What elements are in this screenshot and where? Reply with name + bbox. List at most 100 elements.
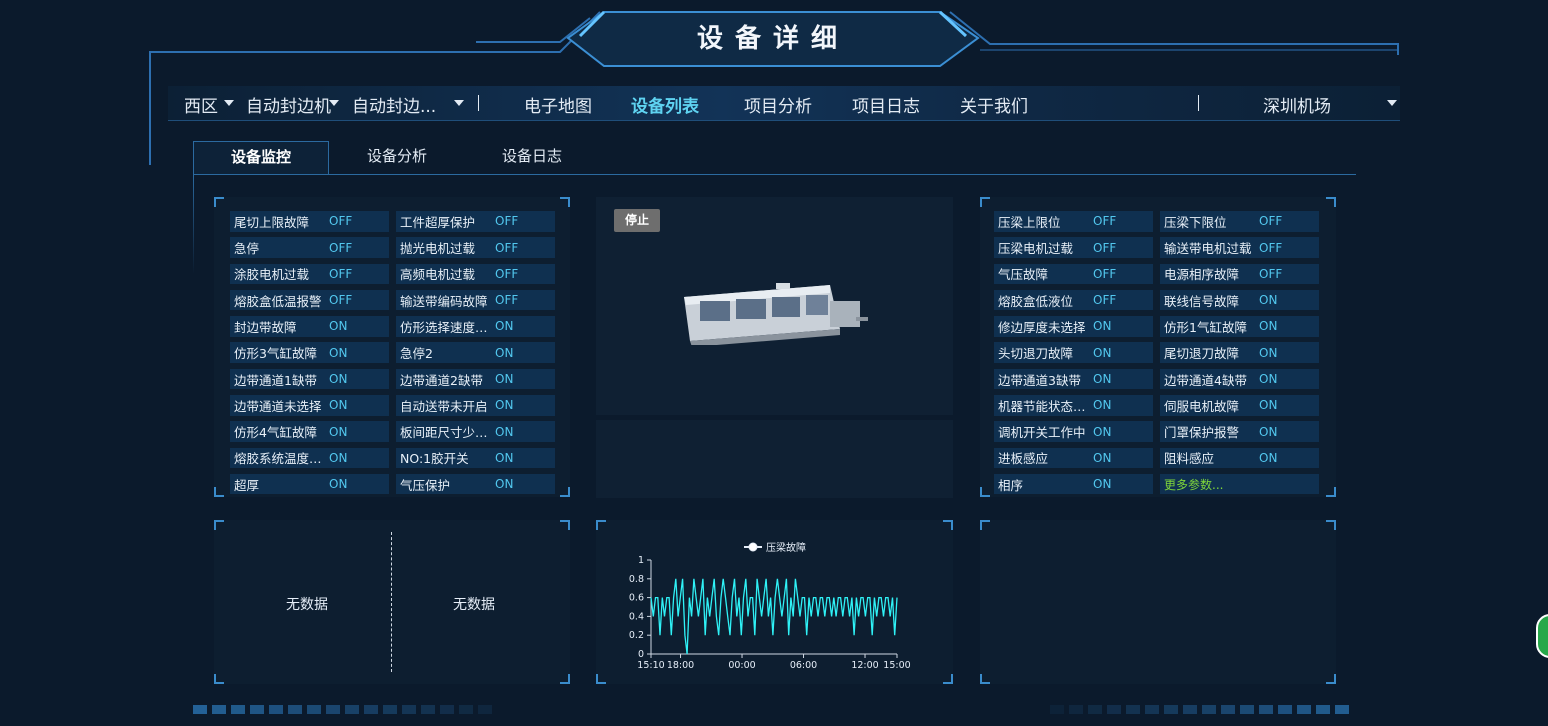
- status-value: ON: [329, 319, 348, 334]
- nav-link-project-analysis[interactable]: 项目分析: [744, 92, 812, 117]
- status-value: OFF: [1259, 240, 1283, 255]
- legend-marker: [748, 542, 758, 552]
- decorative-dot: [1088, 705, 1102, 714]
- status-value: ON: [495, 450, 514, 465]
- page-title: 设备详细: [696, 24, 849, 54]
- tab-device-log[interactable]: 设备日志: [465, 141, 599, 174]
- more-params-link[interactable]: 更多参数...: [1160, 473, 1319, 495]
- site-select[interactable]: 深圳机场: [1263, 92, 1331, 117]
- device-status-badge: 停止: [614, 209, 660, 232]
- decorative-dot: [1278, 705, 1292, 714]
- device-name-select[interactable]: 自动封边...: [352, 92, 436, 117]
- nav-link-project-log[interactable]: 项目日志: [852, 92, 920, 117]
- tab-device-analysis[interactable]: 设备分析: [330, 141, 464, 174]
- status-value: OFF: [1259, 214, 1283, 229]
- floating-chat-widget[interactable]: [1536, 614, 1548, 658]
- status-value: ON: [1259, 424, 1278, 439]
- tab-device-monitor[interactable]: 设备监控: [193, 141, 329, 175]
- device-type-select[interactable]: 自动封边机: [246, 92, 331, 117]
- nav-link-map[interactable]: 电子地图: [524, 92, 592, 117]
- decorative-dot: [1335, 705, 1349, 714]
- status-value: ON: [495, 345, 514, 360]
- status-value: ON: [329, 372, 348, 387]
- status-value: ON: [495, 372, 514, 387]
- status-label: 伺服电机故障: [1164, 398, 1240, 414]
- chevron-down-icon[interactable]: [224, 100, 234, 106]
- status-label: 仿形选择速度过...: [400, 319, 492, 335]
- decorative-dot: [1221, 705, 1235, 714]
- status-value: ON: [1093, 345, 1112, 360]
- nav-link-about[interactable]: 关于我们: [960, 92, 1028, 117]
- nav-link-device-list[interactable]: 设备列表: [631, 92, 699, 117]
- decorative-dot: [1107, 705, 1121, 714]
- chevron-down-icon[interactable]: [454, 100, 464, 106]
- decorative-dot: [326, 705, 340, 714]
- status-item: 压梁电机过载 OFF: [994, 237, 1153, 258]
- legend-label: 压梁故障: [766, 541, 806, 554]
- status-item: 仿形选择速度过... ON: [396, 316, 555, 337]
- y-tick-label: 0.8: [629, 574, 644, 585]
- region-select[interactable]: 西区: [184, 92, 218, 117]
- decorative-dot: [288, 705, 302, 714]
- tabs-underline: [193, 174, 1356, 175]
- status-item: 联线信号故障 ON: [1160, 289, 1319, 311]
- x-tick-label: 06:00: [790, 660, 817, 671]
- status-label: 电源相序故障: [1164, 267, 1240, 283]
- status-value: OFF: [495, 240, 519, 255]
- status-value: OFF: [1093, 214, 1117, 229]
- empty-panel: [980, 520, 1336, 684]
- status-value: ON: [329, 424, 348, 439]
- chart-panel: 0 0.2 0.4 0.6 0.8 1 15:10 18:00 00:00 06:00 12:00 1…: [596, 520, 953, 684]
- decorative-dot: [1297, 705, 1311, 714]
- status-label: 自动送带未开启: [400, 398, 488, 414]
- status-value: ON: [1259, 372, 1278, 387]
- status-item: 阻料感应 ON: [1160, 447, 1319, 469]
- decorative-dot: [307, 705, 321, 714]
- status-item: 熔胶盒低液位 OFF: [994, 289, 1153, 311]
- status-item: 边带通道3缺带 ON: [994, 368, 1153, 390]
- status-label: 边带通道4缺带: [1164, 372, 1247, 388]
- status-item: 输送带编码故障 OFF: [396, 289, 555, 311]
- status-item: 工件超厚保护 OFF: [396, 211, 555, 232]
- status-item: 板间距尺寸少于... ON: [396, 421, 555, 442]
- more-params-label[interactable]: 更多参数...: [1164, 476, 1223, 493]
- status-item: 输送带电机过载 OFF: [1160, 237, 1319, 258]
- status-label: 仿形4气缸故障: [234, 425, 317, 441]
- status-item: 涂胶电机过载 OFF: [230, 263, 389, 285]
- status-item: 进板感应 ON: [994, 447, 1153, 469]
- status-label: 尾切上限故障: [234, 214, 310, 230]
- status-value: ON: [329, 477, 348, 492]
- status-item: 压梁上限位 OFF: [994, 211, 1153, 232]
- left-status-grid: 尾切上限故障 OFF 工件超厚保护 OFF 急停 OFF 抛光电机过载 OFF 涂胶电机过载 OF…: [230, 211, 555, 495]
- status-label: 修边厚度未选择: [998, 319, 1086, 335]
- status-value: ON: [329, 345, 348, 360]
- status-value: ON: [1259, 293, 1278, 308]
- status-value: OFF: [1093, 293, 1117, 308]
- decorative-dot: [402, 705, 416, 714]
- chevron-down-icon[interactable]: [329, 100, 339, 106]
- status-label: 调机开关工作中: [998, 425, 1086, 441]
- dashed-divider: [391, 532, 392, 672]
- x-tick-label: 00:00: [728, 660, 755, 671]
- status-label: 门罩保护报警: [1164, 425, 1240, 441]
- y-tick-label: 0.2: [629, 630, 644, 641]
- status-item: 机器节能状态中... ON: [994, 395, 1153, 416]
- status-item: 封边带故障 ON: [230, 316, 389, 337]
- status-item: NO:1胶开关 ON: [396, 447, 555, 469]
- decorative-dot: [1145, 705, 1159, 714]
- status-label: 边带通道1缺带: [234, 372, 317, 388]
- status-item: 熔胶盒低温报警 OFF: [230, 289, 389, 311]
- no-data-label: 无数据: [453, 597, 495, 613]
- status-item: 相序 ON: [994, 473, 1153, 495]
- status-item: 高频电机过载 OFF: [396, 263, 555, 285]
- decorative-dot: [459, 705, 473, 714]
- status-value: ON: [495, 398, 514, 413]
- edge-bander-machine-image: [684, 283, 868, 345]
- status-label: 气压保护: [400, 477, 451, 493]
- status-label: 板间距尺寸少于...: [400, 425, 492, 441]
- chevron-down-icon[interactable]: [1387, 100, 1397, 106]
- status-item: 调机开关工作中 ON: [994, 421, 1153, 442]
- decorative-dot: [1316, 705, 1330, 714]
- decorative-dots-right: [1050, 705, 1349, 714]
- series-line: [650, 578, 898, 655]
